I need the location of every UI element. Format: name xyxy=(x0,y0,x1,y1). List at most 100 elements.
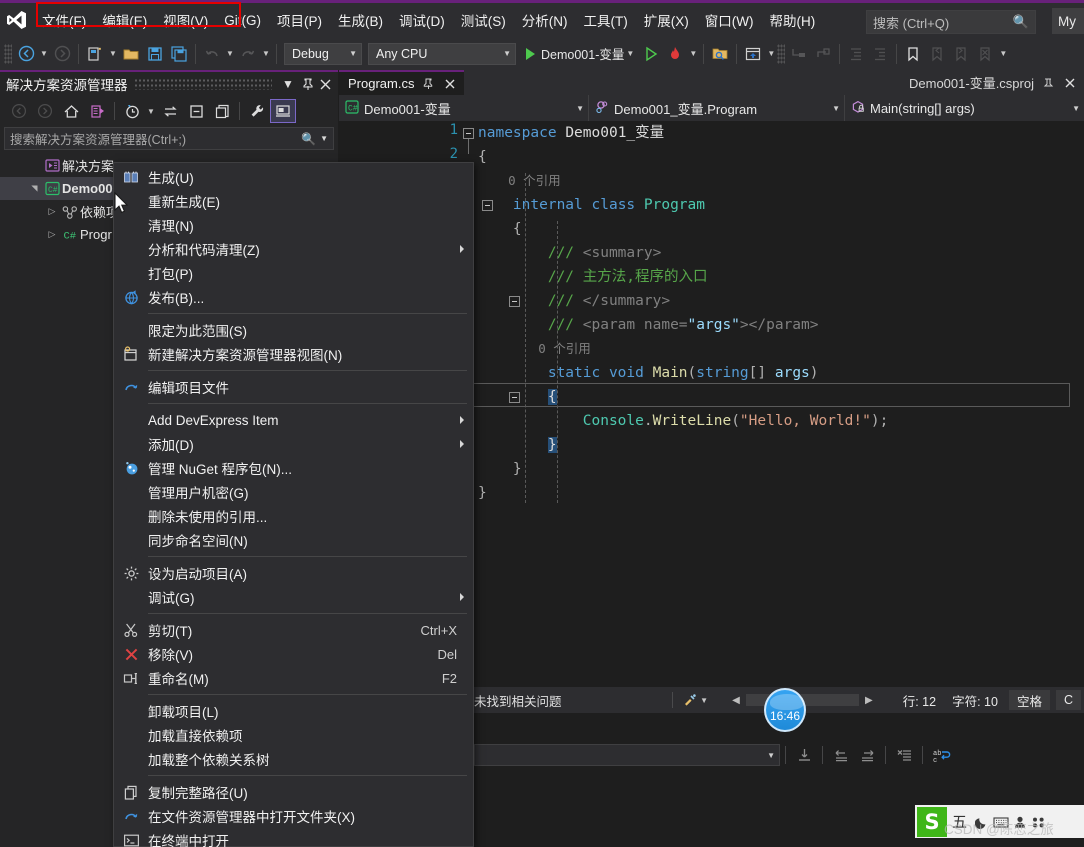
ctx-open-in-file-explorer[interactable]: 在文件资源管理器中打开文件夹(X) xyxy=(114,804,473,828)
close-icon[interactable] xyxy=(1062,73,1078,93)
ctx-publish[interactable]: 发布(B)... xyxy=(114,285,473,309)
ctx-debug[interactable]: 调试(G) xyxy=(114,585,473,609)
ctx-cut[interactable]: 剪切(T) Ctrl+X xyxy=(114,618,473,642)
navbar-member-combo[interactable]: Main(string[] args) ▼ xyxy=(845,95,1084,121)
menu-project[interactable]: 项目(P) xyxy=(269,3,330,37)
fold-toggle-icon[interactable] xyxy=(509,296,520,307)
menu-view[interactable]: 视图(V) xyxy=(155,3,216,37)
global-search-box[interactable]: 搜索 (Ctrl+Q) 🔍 xyxy=(866,10,1036,34)
preview-selected-items-icon[interactable] xyxy=(270,99,296,123)
ctx-load-entire-dependency-tree[interactable]: 加载整个依赖关系树 xyxy=(114,747,473,771)
indentation-indicator[interactable]: 空格 xyxy=(1008,690,1050,710)
collapse-all-icon[interactable] xyxy=(183,99,209,123)
ctx-set-as-startup-project[interactable]: 设为启动项目(A) xyxy=(114,561,473,585)
ctx-open-in-terminal[interactable]: 在终端中打开 xyxy=(114,828,473,847)
start-debug-button[interactable]: Demo001-变量 ▼ xyxy=(519,42,639,66)
ctx-sync-namespaces[interactable]: 同步命名空间(N) xyxy=(114,528,473,552)
pin-icon[interactable] xyxy=(420,74,436,94)
twisty-collapsed-icon[interactable]: ▷ xyxy=(44,206,60,217)
menu-tools[interactable]: 工具(T) xyxy=(576,3,636,37)
show-all-files-icon[interactable] xyxy=(84,99,110,123)
apps-icon[interactable] xyxy=(1029,808,1048,836)
menu-edit[interactable]: 编辑(E) xyxy=(94,3,155,37)
save-icon[interactable] xyxy=(143,42,167,66)
fold-toggle-icon[interactable] xyxy=(509,392,520,403)
menu-build[interactable]: 生成(B) xyxy=(330,3,391,37)
pending-changes-dropdown-icon[interactable]: ▼ xyxy=(145,99,157,123)
panel-drag-handle[interactable] xyxy=(133,78,272,90)
ime-toolbar[interactable]: S 五 xyxy=(915,805,1084,838)
ctx-rebuild[interactable]: 重新生成(E) xyxy=(114,189,473,213)
view-code-icon[interactable] xyxy=(209,99,235,123)
previous-message-icon[interactable] xyxy=(828,743,854,767)
solution-search-input[interactable]: 搜索解决方案资源管理器(Ctrl+;) xyxy=(10,129,301,148)
toolbar-grip-1[interactable] xyxy=(4,43,12,64)
ctx-add-devexpress-item[interactable]: Add DevExpress Item xyxy=(114,408,473,432)
menu-extensions[interactable]: 扩展(X) xyxy=(636,3,697,37)
live-share-dropdown-icon[interactable]: ▼ xyxy=(765,42,777,66)
ctx-scope-to-this[interactable]: 限定为此范围(S) xyxy=(114,318,473,342)
navigate-backward-dropdown-icon[interactable]: ▼ xyxy=(38,42,50,66)
ctx-unload-project[interactable]: 卸载项目(L) xyxy=(114,699,473,723)
navbar-project-combo[interactable]: C# Demo001-变量 ▼ xyxy=(339,95,589,121)
ctx-remove[interactable]: 移除(V) Del xyxy=(114,642,473,666)
hot-reload-icon[interactable] xyxy=(663,42,687,66)
ctx-add[interactable]: 添加(D) xyxy=(114,432,473,456)
configuration-combo[interactable]: Debug ▼ xyxy=(284,42,362,65)
new-project-icon[interactable] xyxy=(83,42,107,66)
account-profile-button[interactable]: My xyxy=(1052,8,1084,34)
sync-with-active-document-icon[interactable] xyxy=(157,99,183,123)
ctx-new-solution-explorer-view[interactable]: 新建解决方案资源管理器视图(N) xyxy=(114,342,473,366)
ctx-analyze-cleanup[interactable]: 分析和代码清理(Z) xyxy=(114,237,473,261)
ctx-rename[interactable]: 重命名(M) F2 xyxy=(114,666,473,690)
line-ending-indicator[interactable]: C xyxy=(1055,690,1081,710)
live-share-icon[interactable] xyxy=(741,42,765,66)
global-search-input[interactable]: 搜索 (Ctrl+Q) xyxy=(873,13,1013,32)
project-context-menu[interactable]: 生成(U) 重新生成(E) 清理(N) 分析和代码清理(Z) 打包(P) 发布(B)...… xyxy=(113,162,474,847)
menu-file[interactable]: 文件(F) xyxy=(34,3,94,37)
open-file-icon[interactable] xyxy=(119,42,143,66)
next-message-icon[interactable] xyxy=(854,743,880,767)
ctx-load-direct-dependencies[interactable]: 加载直接依赖项 xyxy=(114,723,473,747)
toolbar-overflow-icon[interactable]: ▼ xyxy=(997,42,1009,66)
platform-combo[interactable]: Any CPU ▼ xyxy=(368,42,516,65)
ctx-remove-unused-references[interactable]: 删除未使用的引用... xyxy=(114,504,473,528)
person-icon[interactable] xyxy=(1010,808,1029,836)
close-icon[interactable] xyxy=(442,74,458,94)
menu-analyze[interactable]: 分析(N) xyxy=(514,3,576,37)
start-without-debugging-icon[interactable] xyxy=(639,42,663,66)
pending-changes-icon[interactable] xyxy=(119,99,145,123)
tab-csproj[interactable]: Demo001-变量.csproj xyxy=(899,70,1084,95)
go-to-source-icon[interactable] xyxy=(791,743,817,767)
clear-all-icon[interactable] xyxy=(891,743,917,767)
ctx-pack[interactable]: 打包(P) xyxy=(114,261,473,285)
menu-git[interactable]: Git(G) xyxy=(216,3,269,37)
moon-icon[interactable] xyxy=(972,808,991,836)
sogou-logo-icon[interactable]: S xyxy=(917,806,947,837)
menu-help[interactable]: 帮助(H) xyxy=(761,3,823,37)
scroll-right-icon[interactable]: ▶ xyxy=(865,695,873,706)
home-icon[interactable] xyxy=(58,99,84,123)
ctx-copy-full-path[interactable]: 复制完整路径(U) xyxy=(114,780,473,804)
ctx-manage-nuget[interactable]: 管理 NuGet 程序包(N)... xyxy=(114,456,473,480)
code-cleanup-button[interactable]: ▼ xyxy=(682,688,710,712)
menu-window[interactable]: 窗口(W) xyxy=(697,3,762,37)
output-source-combo[interactable]: ▼ xyxy=(474,744,780,766)
ctx-manage-user-secrets[interactable]: 管理用户机密(G) xyxy=(114,480,473,504)
twisty-collapsed-icon[interactable]: ▷ xyxy=(44,229,60,240)
toggle-bookmark-icon[interactable] xyxy=(901,42,925,66)
pin-icon[interactable] xyxy=(1040,73,1056,93)
panel-menu-chevron-icon[interactable]: ▼ xyxy=(278,74,298,94)
chevron-down-icon[interactable]: ▼ xyxy=(316,134,328,143)
search-in-files-icon[interactable] xyxy=(708,42,732,66)
menu-debug[interactable]: 调试(D) xyxy=(391,3,453,37)
menu-test[interactable]: 测试(S) xyxy=(453,3,514,37)
ctx-clean[interactable]: 清理(N) xyxy=(114,213,473,237)
save-all-icon[interactable] xyxy=(167,42,191,66)
pin-icon[interactable] xyxy=(298,74,318,94)
ctx-build[interactable]: 生成(U) xyxy=(114,165,473,189)
toggle-word-wrap-icon[interactable]: ab c xyxy=(928,743,954,767)
navigate-backward-icon[interactable] xyxy=(14,42,38,66)
hot-reload-dropdown-icon[interactable]: ▼ xyxy=(687,42,699,66)
twisty-expanded-icon[interactable]: ◢ xyxy=(30,181,39,197)
